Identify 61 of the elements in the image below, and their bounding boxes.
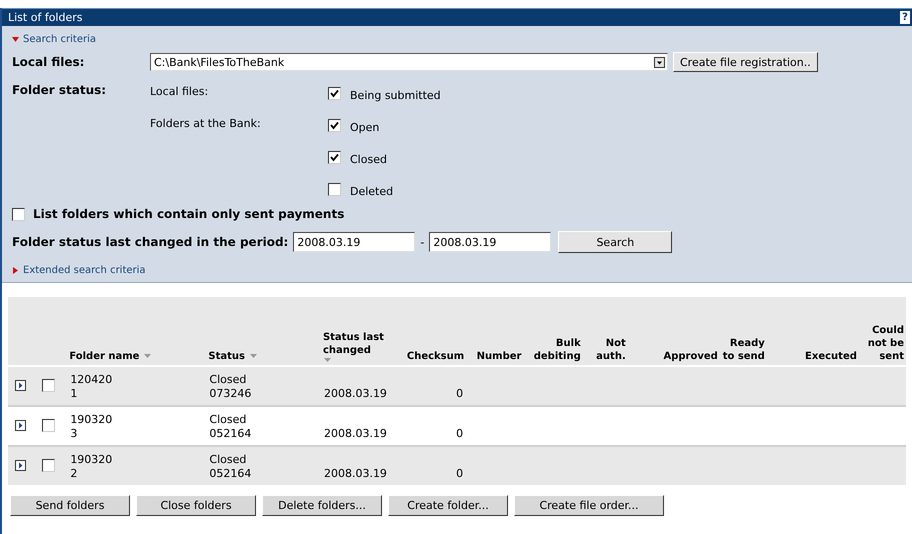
create-file-registration-button[interactable]: Create file registration.. (673, 52, 818, 72)
search-criteria-toggle[interactable]: Search criteria (12, 34, 902, 45)
checkbox[interactable] (12, 208, 25, 220)
action-button[interactable]: Close folders (136, 495, 256, 516)
checkbox-label: Closed (350, 152, 387, 166)
column-header[interactable]: Status (206, 297, 321, 366)
extended-search-toggle[interactable]: Extended search criteria (12, 265, 902, 276)
date-from-field[interactable]: 2008.03.19 (293, 232, 416, 252)
column-header: Executed (766, 297, 859, 366)
expand-row-icon[interactable] (15, 380, 26, 390)
table-cell: Closed 052164 (206, 406, 321, 446)
field-label: Local files: (12, 55, 86, 69)
checkbox-label: Being submitted (350, 88, 441, 102)
row-checkbox[interactable] (42, 418, 55, 432)
table-cell: 0 (388, 406, 466, 446)
table-cell: Closed 073246 (206, 366, 321, 406)
table-cell: 120420 1 (67, 366, 206, 406)
checkbox[interactable] (328, 182, 341, 196)
checkbox[interactable] (328, 118, 341, 132)
action-button[interactable]: Create file order... (514, 495, 664, 516)
expand-row-icon[interactable] (15, 420, 26, 430)
window-title: List of folders (8, 11, 82, 24)
table-cell: 2008.03.19 (320, 366, 388, 406)
column-header: Could not be sent (858, 297, 906, 366)
table-cell: 2008.03.19 (320, 446, 388, 485)
search-button[interactable]: Search (558, 231, 672, 253)
column-header: Bulk debiting (523, 297, 583, 366)
action-button[interactable]: Send folders (10, 495, 130, 516)
table-cell: 0 (388, 366, 466, 406)
checkbox[interactable] (328, 150, 341, 164)
table-cell: Closed 052164 (206, 446, 321, 485)
action-button[interactable]: Delete folders... (262, 495, 382, 516)
collapsed-arrow-icon[interactable] (12, 267, 19, 274)
group-label: Folders at the Bank: (150, 116, 262, 132)
range-separator: - (420, 236, 424, 248)
table-cell: 0 (388, 446, 466, 485)
field-label: Folder status last changed in the period: (12, 235, 288, 249)
table-cell: 190320 3 (67, 406, 206, 446)
expand-row-icon[interactable] (15, 460, 26, 470)
column-header: Checksum (388, 297, 466, 366)
column-header: Ready to send (720, 297, 767, 366)
table-cell: 2008.03.19 (320, 406, 388, 446)
local-files-dropdown[interactable]: C:\Bank\FilesToTheBank (150, 53, 668, 71)
field-label: Folder status: (12, 82, 108, 99)
column-header: Number (466, 297, 524, 366)
help-button[interactable]: ? (900, 11, 910, 24)
group-label: Local files: (150, 84, 210, 100)
column-header: Not auth. (582, 297, 628, 366)
checkbox[interactable] (328, 86, 341, 100)
row-checkbox[interactable] (42, 458, 55, 472)
column-header: Approved (628, 297, 720, 366)
column-header[interactable]: Folder name (67, 297, 206, 366)
table-cell: 190320 2 (67, 446, 206, 485)
expanded-arrow-icon[interactable] (12, 36, 19, 43)
checkbox-label: Deleted (350, 184, 394, 198)
action-button[interactable]: Create folder... (388, 495, 508, 516)
column-header[interactable]: Status last changed (320, 297, 388, 366)
date-to-field[interactable]: 2008.03.19 (429, 232, 552, 252)
checkbox-label: List folders which contain only sent payments (33, 207, 344, 221)
row-checkbox[interactable] (42, 378, 55, 392)
checkbox-label: Open (350, 120, 380, 134)
